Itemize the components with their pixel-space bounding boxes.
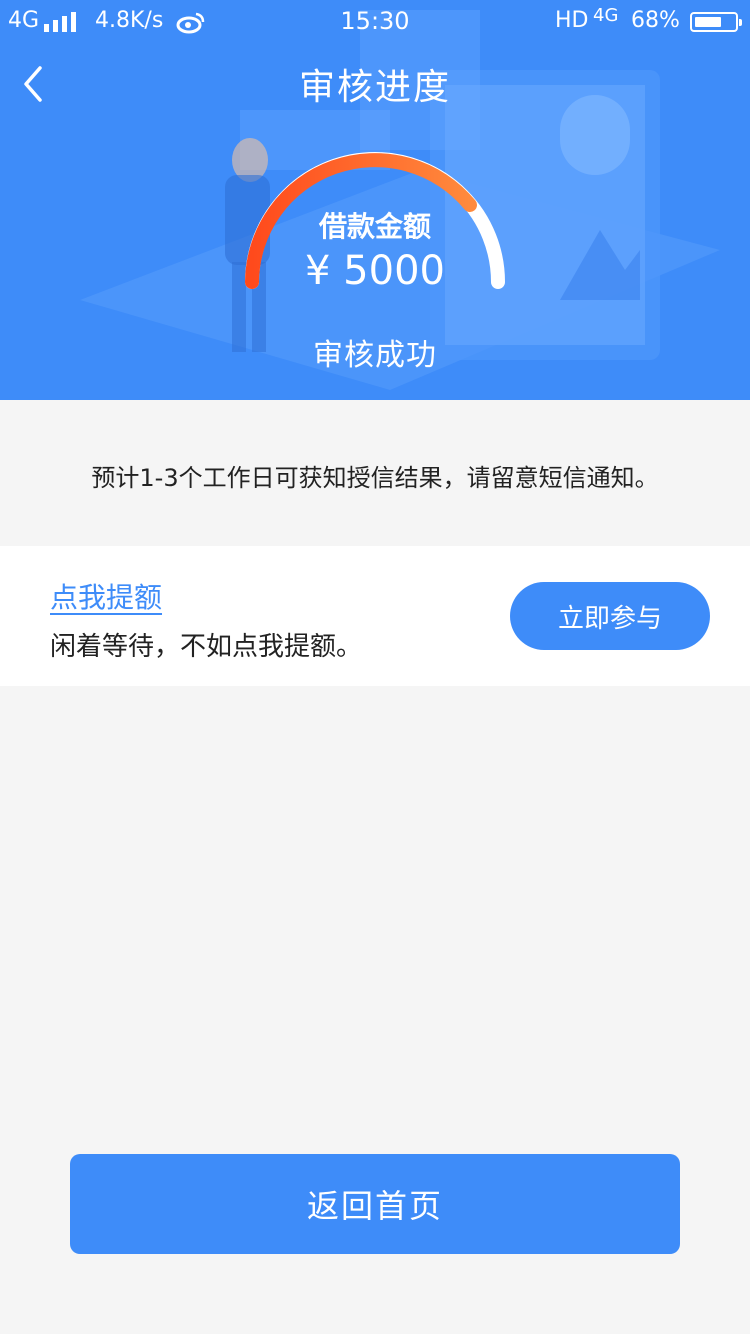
loan-amount-value: ¥ 5000 <box>305 248 445 294</box>
raise-limit-link[interactable]: 点我提额 <box>50 576 162 616</box>
notice-section: 预计1-3个工作日可获知授信结果，请留意短信通知。 <box>0 400 750 546</box>
notice-text: 预计1-3个工作日可获知授信结果，请留意短信通知。 <box>91 464 659 492</box>
page-title: 审核进度 <box>298 67 451 108</box>
battery-tip <box>739 19 742 26</box>
promo-description: 闲着等待，不如点我提额。 <box>50 632 363 662</box>
battery-fill <box>695 17 721 27</box>
status-bar: 4G 4.8K/s 15:30 HD 4G 68% <box>0 0 750 44</box>
promo-card: 点我提额 闲着等待，不如点我提额。 立即参与 <box>0 546 750 686</box>
join-now-button[interactable]: 立即参与 <box>510 582 710 650</box>
hd-label: HD <box>555 8 589 33</box>
battery-icon <box>690 12 742 32</box>
review-status: 审核成功 <box>313 338 437 373</box>
loan-amount-label: 借款金额 <box>318 210 431 243</box>
network-right-label: 4G <box>593 5 619 26</box>
battery-percent: 68% <box>631 8 680 33</box>
back-to-home-button[interactable]: 返回首页 <box>70 1154 680 1254</box>
header-banner: 4G 4.8K/s 15:30 HD 4G 68% 审核进度 借款金额 ¥ 50… <box>0 0 750 400</box>
